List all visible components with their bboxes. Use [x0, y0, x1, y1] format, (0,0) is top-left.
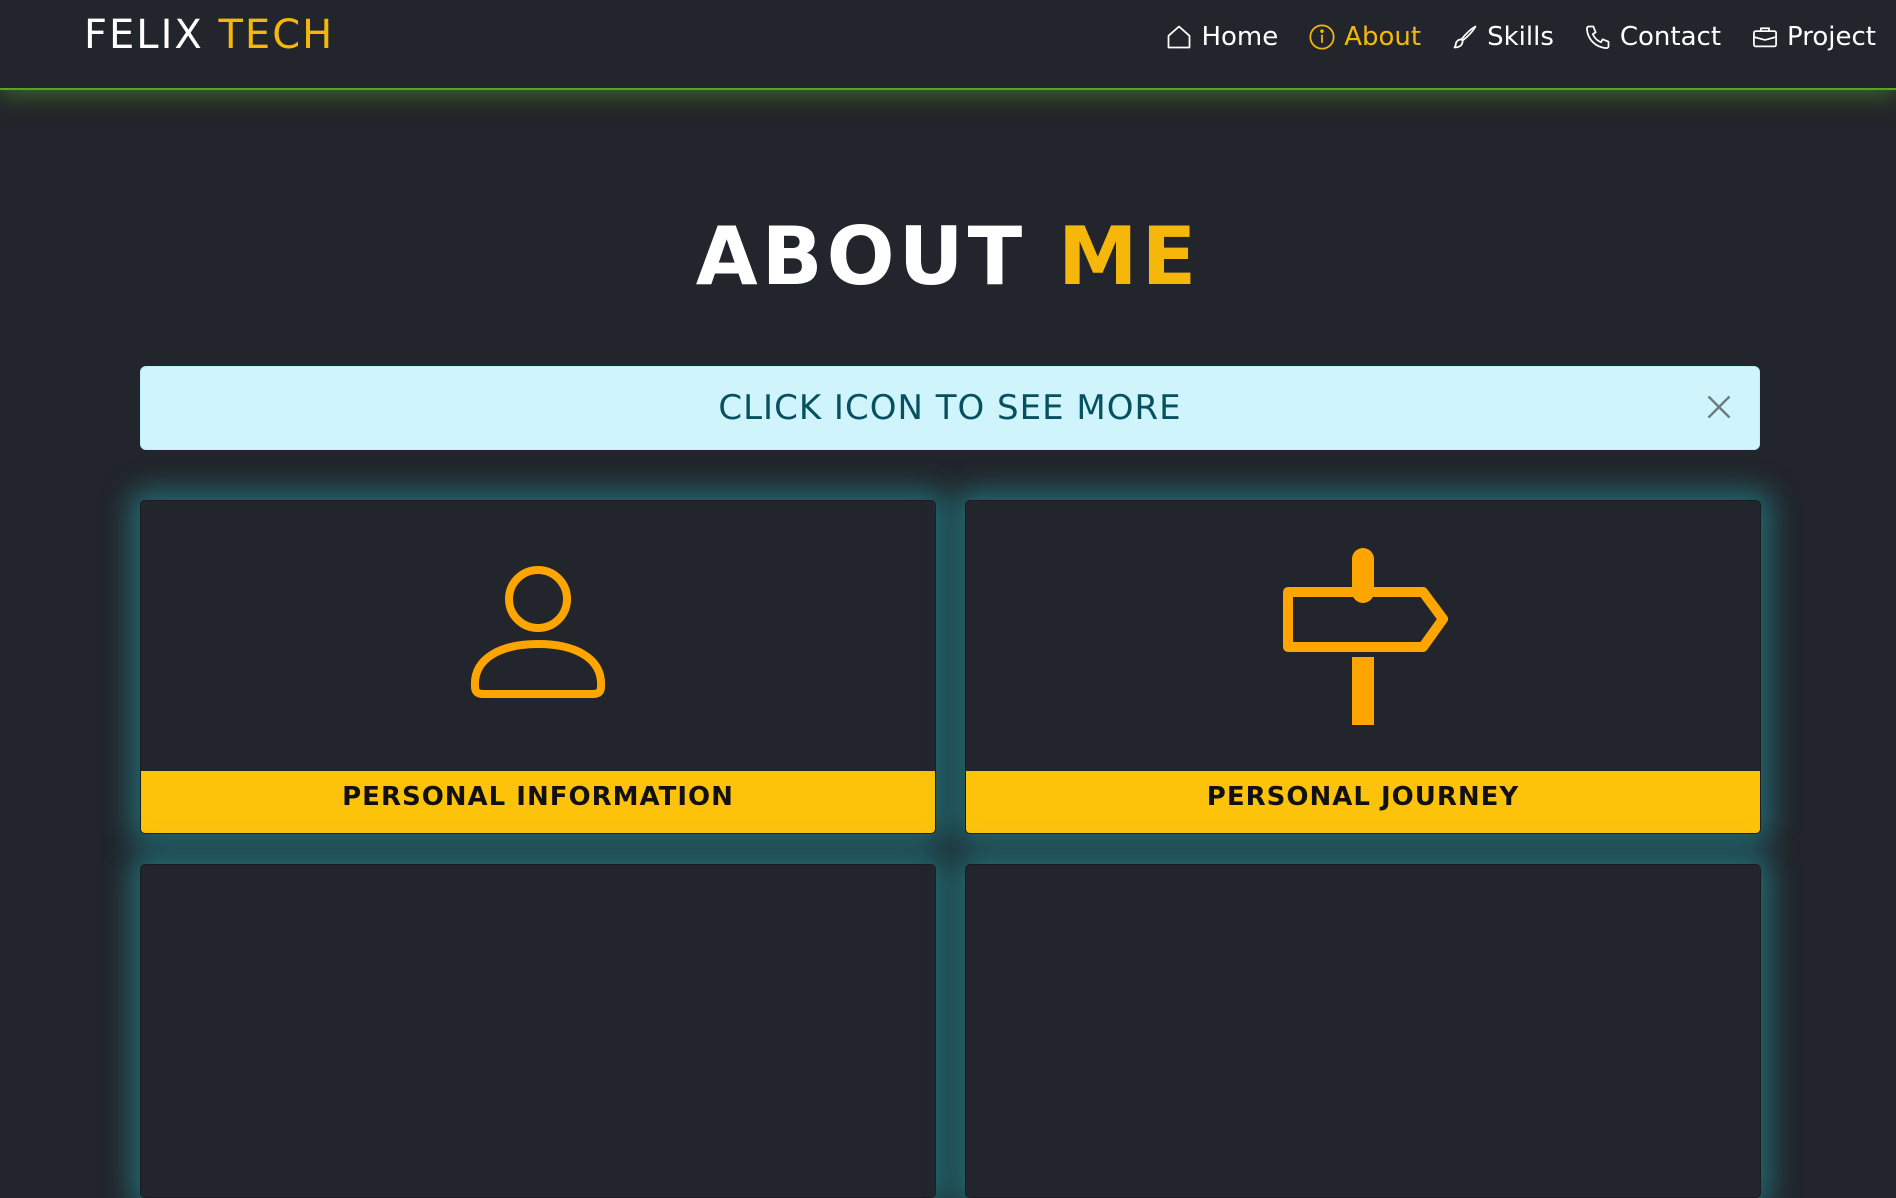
signpost-icon	[1283, 548, 1448, 725]
nav-item-label: Home	[1201, 22, 1279, 52]
nav-item-about[interactable]: About	[1308, 22, 1421, 52]
close-icon	[1707, 395, 1731, 419]
card-icon-button[interactable]	[141, 865, 935, 1137]
alert-text: CLICK ICON TO SEE MORE	[718, 388, 1182, 428]
info-icon	[1309, 24, 1335, 50]
card-icon-button[interactable]	[141, 501, 935, 773]
phone-icon	[1585, 25, 1610, 49]
page-title-accent: ME	[1058, 210, 1201, 303]
nav-item-skills[interactable]: Skills	[1451, 22, 1554, 52]
page-title: ABOUT ME	[0, 210, 1896, 303]
briefcase-icon	[1753, 27, 1777, 48]
card-fourth	[965, 864, 1761, 1198]
card-third	[140, 864, 936, 1198]
card-personal-journey: PERSONAL JOURNEY	[965, 500, 1761, 834]
alert-close-button[interactable]	[1701, 389, 1737, 425]
brand-name: FELIX	[84, 12, 204, 58]
page-title-main: ABOUT	[695, 210, 1027, 303]
nav-item-project[interactable]: Project	[1751, 22, 1876, 52]
brand-accent: TECH	[218, 12, 335, 58]
main-nav: Home About Skills Contact Project	[1165, 22, 1876, 52]
brush-icon	[1453, 25, 1477, 49]
card-title: PERSONAL INFORMATION	[141, 771, 935, 833]
navbar: FELIX TECH Home About Skills Contact Pro…	[0, 0, 1896, 90]
info-alert: CLICK ICON TO SEE MORE	[140, 366, 1760, 450]
nav-item-contact[interactable]: Contact	[1584, 22, 1721, 52]
nav-item-home[interactable]: Home	[1165, 22, 1278, 52]
home-icon	[1168, 25, 1191, 49]
brand-logo[interactable]: FELIX TECH	[84, 12, 334, 58]
person-icon	[470, 566, 606, 698]
nav-item-label: Contact	[1619, 22, 1722, 52]
nav-item-label: About	[1344, 22, 1422, 52]
card-icon-button[interactable]	[966, 865, 1760, 1137]
nav-item-label: Project	[1787, 22, 1876, 52]
card-title: PERSONAL JOURNEY	[966, 771, 1760, 833]
card-personal-information: PERSONAL INFORMATION	[140, 500, 936, 834]
nav-item-label: Skills	[1487, 22, 1554, 52]
card-icon-button[interactable]	[966, 501, 1760, 773]
